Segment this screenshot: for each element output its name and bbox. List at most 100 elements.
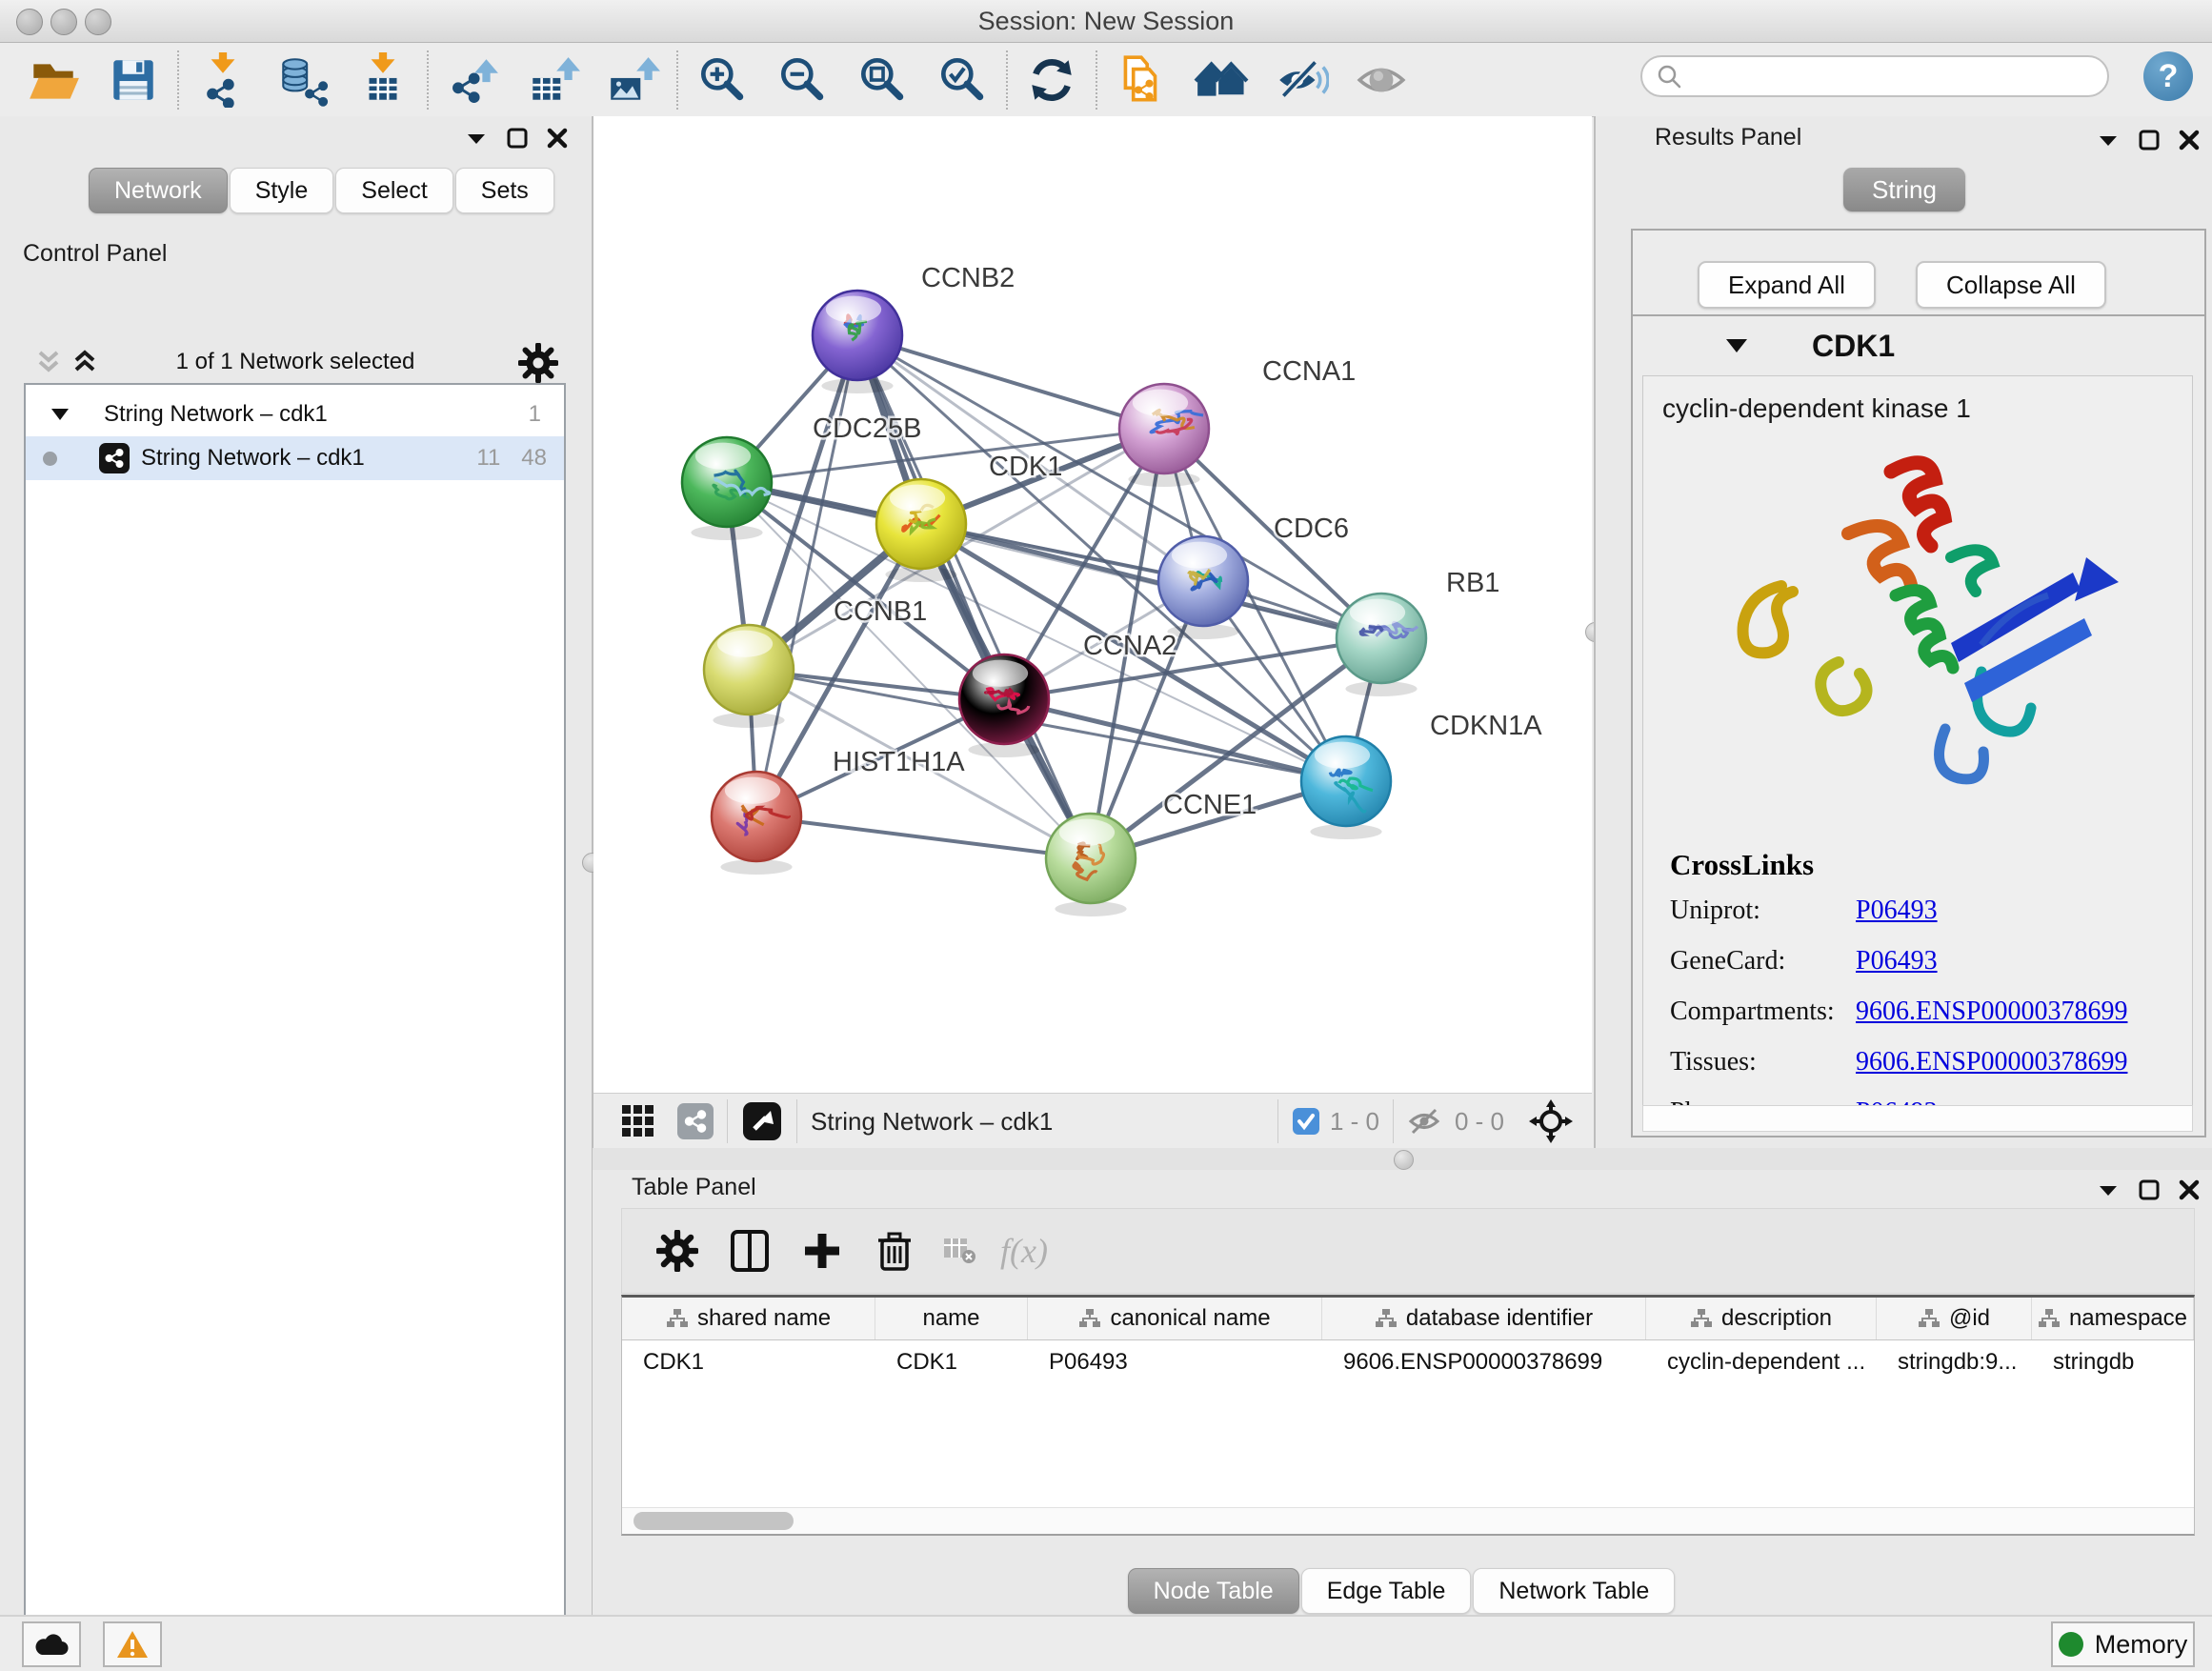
network-collection-row[interactable]: String Network – cdk1 1 (26, 393, 564, 436)
column-header-database-identifier[interactable]: database identifier (1322, 1298, 1646, 1339)
gene-section-header[interactable]: CDK1 (1633, 316, 2204, 375)
cell-description[interactable]: cyclin-dependent ... (1646, 1340, 1877, 1383)
collapse-all-button[interactable]: Collapse All (1916, 261, 2106, 309)
network-node-CCNE1[interactable] (1046, 814, 1136, 916)
network-bullet-icon (43, 452, 57, 466)
network-node-RB1[interactable] (1337, 594, 1426, 696)
tab-select[interactable]: Select (335, 168, 452, 213)
network-node-CCNB2[interactable] (813, 291, 902, 393)
delete-table-button[interactable] (931, 1218, 988, 1284)
selected-nodes-checkbox-icon[interactable] (1292, 1107, 1320, 1136)
hidden-elements-icon[interactable] (1407, 1106, 1445, 1137)
export-image-button[interactable] (593, 50, 673, 111)
panel-close-icon[interactable] (2178, 1178, 2201, 1201)
network-row[interactable]: String Network – cdk1 11 48 (26, 436, 564, 480)
network-edge-count: 48 (521, 445, 547, 472)
apply-layout-button[interactable] (1012, 50, 1092, 111)
column-header-shared-name[interactable]: shared name (622, 1298, 875, 1339)
network-list-view-icon[interactable] (677, 1103, 714, 1139)
panel-menu-icon[interactable] (2096, 1178, 2121, 1202)
tab-edge-table[interactable]: Edge Table (1301, 1568, 1472, 1614)
string-hide-glass-button[interactable] (1261, 50, 1341, 111)
column-header--id[interactable]: @id (1877, 1298, 2032, 1339)
network-node-CCNA2[interactable] (959, 654, 1049, 757)
cell-namespace[interactable]: stringdb (2032, 1340, 2194, 1383)
export-table-button[interactable] (513, 50, 593, 111)
tab-node-table[interactable]: Node Table (1128, 1568, 1299, 1614)
delete-column-button[interactable] (858, 1218, 931, 1284)
network-node-CDKN1A[interactable] (1301, 736, 1391, 839)
crosslink-link[interactable]: P06493 (1856, 896, 1938, 926)
string-structure-sphere-button[interactable] (1341, 50, 1421, 111)
table-row[interactable]: CDK1CDK1P064939606.ENSP00000378699cyclin… (622, 1340, 2194, 1383)
network-node-CDC25B[interactable] (682, 437, 772, 540)
table-settings-button[interactable] (641, 1218, 714, 1284)
warning-button[interactable] (103, 1621, 162, 1667)
cell-name[interactable]: CDK1 (875, 1340, 1028, 1383)
grid-view-icon[interactable] (620, 1103, 656, 1139)
column-header-description[interactable]: description (1646, 1298, 1877, 1339)
panel-close-icon[interactable] (546, 127, 569, 150)
save-session-button[interactable] (93, 50, 173, 111)
panel-menu-icon[interactable] (464, 126, 489, 151)
tab-network[interactable]: Network (89, 168, 228, 213)
tab-string[interactable]: String (1843, 168, 1965, 211)
zoom-out-button[interactable] (762, 50, 842, 111)
expand-all-button[interactable]: Expand All (1698, 261, 1876, 309)
crosslink-link[interactable]: 9606.ENSP00000378699 (1856, 997, 2127, 1027)
panel-float-icon[interactable] (2138, 1178, 2161, 1201)
fit-selected-crosshair-icon[interactable] (1529, 1099, 1573, 1143)
cell-shared-name[interactable]: CDK1 (622, 1340, 875, 1383)
cloud-button[interactable] (22, 1621, 81, 1667)
cell--id[interactable]: stringdb:9... (1877, 1340, 2032, 1383)
import-table-file-button[interactable] (343, 50, 423, 111)
open-session-button[interactable] (13, 50, 93, 111)
help-button[interactable]: ? (2143, 51, 2193, 101)
string-copy-document-button[interactable] (1101, 50, 1181, 111)
import-network-database-button[interactable] (263, 50, 343, 111)
column-header-canonical-name[interactable]: canonical name (1028, 1298, 1322, 1339)
selected-node-edge-counts: 1 - 0 (1330, 1107, 1379, 1137)
memory-button[interactable]: Memory (2051, 1621, 2195, 1667)
network-edge-HIST1H1A-CCNE1[interactable] (756, 816, 1091, 858)
title-bar[interactable]: Session: New Session (0, 0, 2212, 43)
tab-sets[interactable]: Sets (455, 168, 554, 213)
zoom-in-button[interactable] (682, 50, 762, 111)
export-network-button[interactable] (432, 50, 513, 111)
add-column-button[interactable] (786, 1218, 858, 1284)
results-scroll-strip[interactable] (1642, 1105, 2193, 1132)
panel-menu-icon[interactable] (2096, 128, 2121, 152)
string-homes-button[interactable] (1181, 50, 1261, 111)
network-node-HIST1H1A[interactable] (712, 772, 801, 875)
birdseye-view-icon[interactable] (741, 1100, 783, 1142)
column-header-name[interactable]: name (875, 1298, 1028, 1339)
gear-icon[interactable] (518, 343, 558, 383)
tab-network-table[interactable]: Network Table (1473, 1568, 1675, 1614)
network-edge-CCNB2-HIST1H1A[interactable] (756, 335, 857, 816)
crosslink-link[interactable]: 9606.ENSP00000378699 (1856, 1047, 2127, 1077)
panel-float-icon[interactable] (506, 127, 529, 150)
network-canvas[interactable]: CCNB2CCNA1CDC25BCDK1CDC6RB1CCNB1CCNA2CDK… (593, 116, 1592, 1093)
tree-expander-icon[interactable] (49, 405, 71, 424)
search-box[interactable] (1640, 55, 2109, 97)
horizontal-splitter-handle[interactable] (1394, 1150, 1414, 1170)
import-network-file-button[interactable] (183, 50, 263, 111)
network-view[interactable]: CCNB2CCNA1CDC25BCDK1CDC6RB1CCNB1CCNA2CDK… (593, 116, 1592, 1148)
panel-close-icon[interactable] (2178, 129, 2201, 151)
panel-float-icon[interactable] (2138, 129, 2161, 151)
crosslink-link[interactable]: P06493 (1856, 946, 1938, 976)
zoom-selected-button[interactable] (922, 50, 1002, 111)
network-node-CCNA1[interactable] (1119, 384, 1209, 487)
table-horizontal-scrollbar[interactable] (622, 1507, 2194, 1534)
section-expander-icon[interactable] (1723, 334, 1750, 357)
search-input[interactable] (1682, 62, 2107, 91)
network-node-CCNB1[interactable] (704, 625, 794, 728)
tab-style[interactable]: Style (230, 168, 334, 213)
column-header-namespace[interactable]: namespace (2032, 1298, 2194, 1339)
show-columns-button[interactable] (714, 1218, 786, 1284)
zoom-fit-button[interactable] (842, 50, 922, 111)
cell-database-identifier[interactable]: 9606.ENSP00000378699 (1322, 1340, 1646, 1383)
function-builder-button[interactable]: f(x) (988, 1218, 1060, 1284)
cell-canonical-name[interactable]: P06493 (1028, 1340, 1322, 1383)
scrollbar-thumb[interactable] (633, 1512, 794, 1530)
